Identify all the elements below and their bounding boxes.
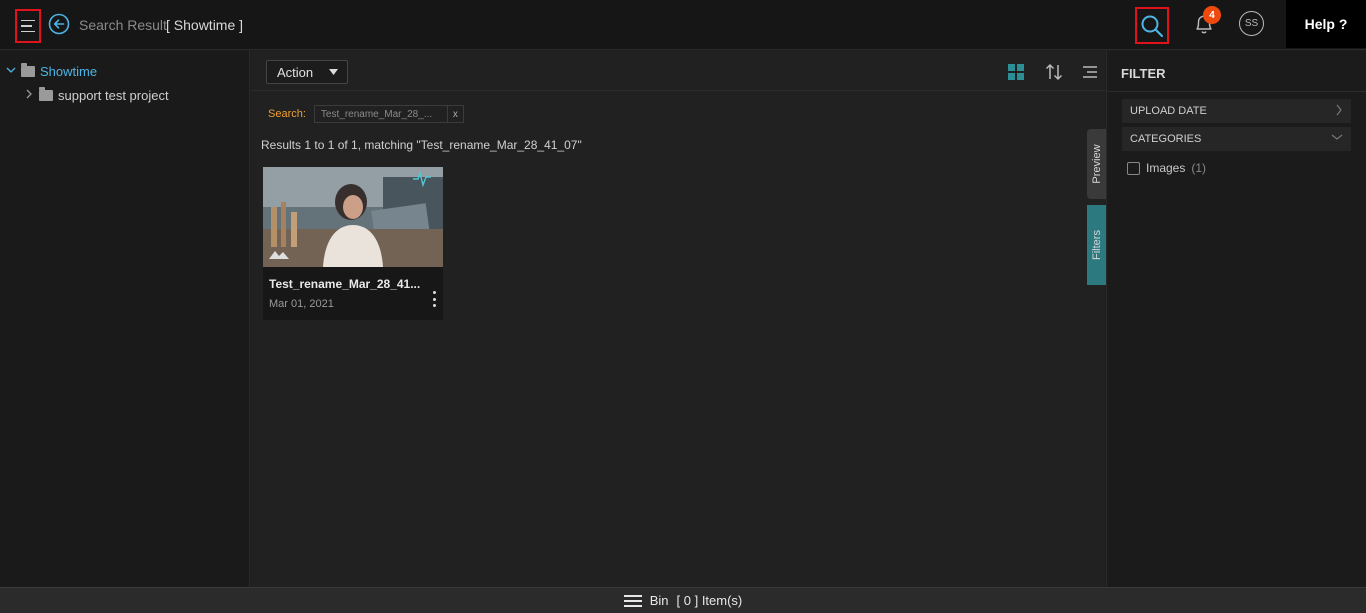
search-filter-row: Search: Test_rename_Mar_28_... x xyxy=(268,105,464,123)
back-arrow-icon[interactable] xyxy=(48,13,70,35)
grid-view-icon[interactable] xyxy=(1006,62,1026,82)
divider xyxy=(1107,91,1366,92)
tree-item-label: support test project xyxy=(58,88,169,103)
more-options-icon[interactable] xyxy=(431,291,437,307)
search-button[interactable] xyxy=(1135,7,1169,44)
search-label: Search: xyxy=(268,108,306,120)
chevron-down-icon xyxy=(1331,132,1343,144)
tab-preview-label: Preview xyxy=(1090,144,1103,184)
avatar[interactable]: SS xyxy=(1239,11,1264,36)
asset-date: Mar 01, 2021 xyxy=(269,298,334,310)
categories-label: CATEGORIES xyxy=(1130,133,1202,145)
folder-tree-panel: Showtime support test project xyxy=(0,51,250,587)
sort-icon[interactable] xyxy=(1044,62,1064,82)
asset-title[interactable]: Test_rename_Mar_28_41... xyxy=(269,277,427,291)
breadcrumb: Search Result xyxy=(79,17,167,33)
images-checkbox[interactable] xyxy=(1127,161,1140,175)
clear-search-button[interactable]: x xyxy=(446,106,463,122)
categories-accordion[interactable]: CATEGORIES xyxy=(1122,127,1351,151)
tree-item-label: Showtime xyxy=(40,64,98,79)
bin-menu-icon xyxy=(623,594,642,607)
bin-item-count: [ 0 ] Item(s) xyxy=(676,593,743,608)
notification-badge: 4 xyxy=(1203,6,1221,24)
current-folder-label: [ Showtime ] xyxy=(166,17,244,33)
search-chip: Test_rename_Mar_28_... x xyxy=(313,105,464,123)
top-bar: Search Result [ Showtime ] 4 SS Help ? xyxy=(0,0,1366,50)
action-label: Action xyxy=(277,64,314,80)
toolbar: Action xyxy=(251,51,1105,91)
tree-item-support-test-project[interactable]: support test project xyxy=(24,87,169,103)
caret-down-icon xyxy=(329,69,339,75)
action-dropdown[interactable]: Action xyxy=(266,60,348,84)
asset-card[interactable]: Test_rename_Mar_28_41... Mar 01, 2021 xyxy=(263,167,443,320)
tab-filters-label: Filters xyxy=(1090,230,1103,260)
asset-thumbnail[interactable] xyxy=(263,167,443,267)
upload-date-accordion[interactable]: UPLOAD DATE xyxy=(1122,99,1351,123)
search-icon xyxy=(1141,15,1164,37)
list-view-icon[interactable] xyxy=(1080,62,1100,82)
results-summary: Results 1 to 1 of 1, matching "Test_rena… xyxy=(261,138,582,152)
category-item-images[interactable]: Images (1) xyxy=(1127,161,1206,175)
search-chip-text: Test_rename_Mar_28_... xyxy=(320,108,433,120)
chevron-right-icon[interactable] xyxy=(24,89,34,102)
folder-icon xyxy=(39,87,53,101)
chevron-down-icon[interactable] xyxy=(6,65,16,78)
tree-item-showtime[interactable]: Showtime xyxy=(6,63,98,79)
upload-date-label: UPLOAD DATE xyxy=(1130,105,1207,117)
main-content: Action Search: Test_rename_Mar_28_... x … xyxy=(251,51,1106,587)
thumbnail-image xyxy=(263,167,443,267)
filter-title: FILTER xyxy=(1121,66,1166,81)
help-button[interactable]: Help ? xyxy=(1286,0,1366,48)
chevron-right-icon xyxy=(1335,104,1343,119)
bin-bar[interactable]: Bin [ 0 ] Item(s) xyxy=(0,587,1366,613)
folder-icon xyxy=(21,63,35,77)
category-label: Images xyxy=(1146,161,1186,175)
filter-panel: FILTER UPLOAD DATE CATEGORIES Images (1) xyxy=(1106,51,1366,587)
tab-preview[interactable]: Preview xyxy=(1087,129,1106,199)
hamburger-menu-icon[interactable] xyxy=(15,9,41,43)
tab-filters[interactable]: Filters xyxy=(1087,205,1106,285)
bin-label: Bin xyxy=(649,593,669,608)
category-count: (1) xyxy=(1191,161,1207,175)
